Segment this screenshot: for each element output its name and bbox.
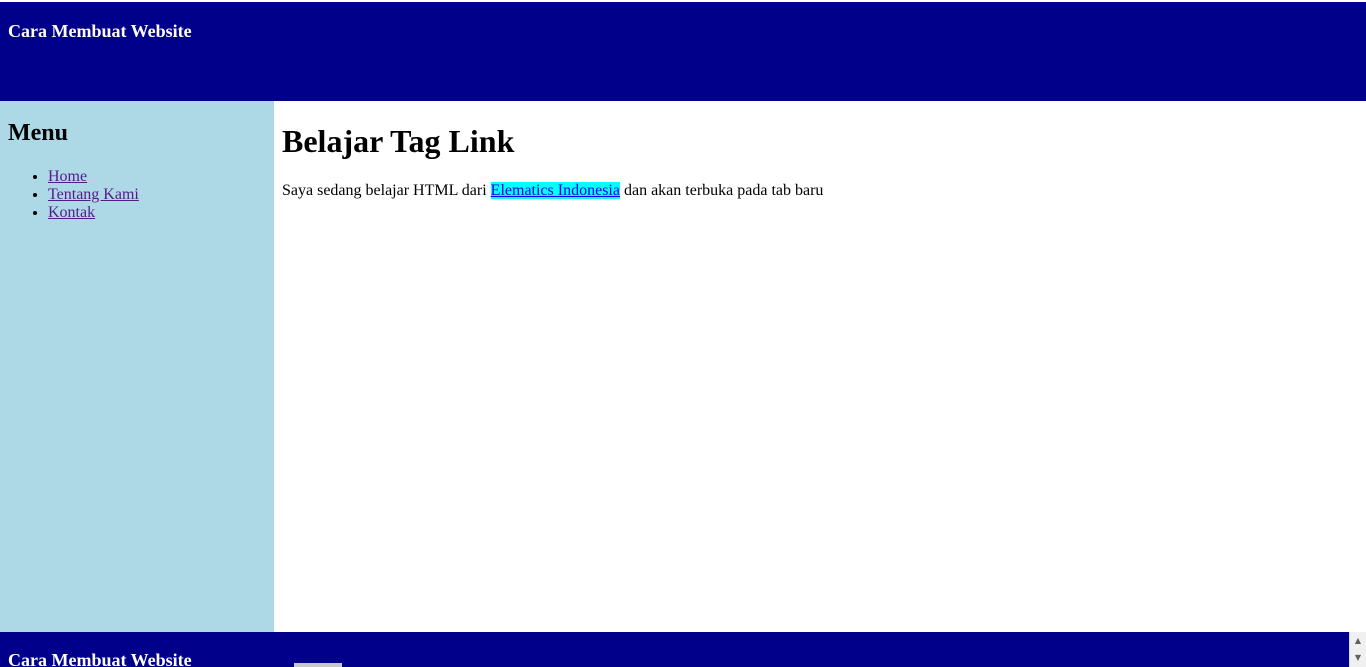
sidebar-item-tentang-kami: Tentang Kami: [48, 186, 139, 204]
page-title: Belajar Tag Link: [282, 123, 515, 159]
scroll-down-arrow-icon[interactable]: ▼: [1350, 649, 1366, 665]
page: Cara Membuat Website Menu Home Tentang K…: [0, 0, 1366, 667]
paragraph-text-after: dan akan terbuka pada tab baru: [619, 182, 824, 199]
horizontal-scrollbar-thumb[interactable]: [294, 663, 342, 667]
elematics-link[interactable]: Elematics Indonesia: [490, 182, 620, 199]
site-footer: Cara Membuat Website: [0, 632, 1349, 667]
sidebar-link-tentang-kami[interactable]: Tentang Kami: [48, 186, 139, 203]
sidebar-title: Menu: [8, 120, 68, 146]
sidebar-item-kontak: Kontak: [48, 204, 139, 222]
scroll-up-arrow-icon[interactable]: ▲: [1350, 632, 1366, 648]
footer-title: Cara Membuat Website: [8, 650, 192, 667]
site-header: Cara Membuat Website: [0, 2, 1366, 101]
intro-paragraph: Saya sedang belajar HTML dari Elematics …: [282, 181, 823, 200]
sidebar-link-kontak[interactable]: Kontak: [48, 204, 95, 221]
paragraph-text-before: Saya sedang belajar HTML dari: [282, 182, 491, 199]
site-title: Cara Membuat Website: [8, 21, 192, 41]
sidebar-menu: Home Tentang Kami Kontak: [8, 168, 139, 222]
vertical-scrollbar[interactable]: ▲ ▼: [1349, 632, 1366, 667]
sidebar-link-home[interactable]: Home: [48, 168, 87, 185]
sidebar-item-home: Home: [48, 168, 139, 186]
